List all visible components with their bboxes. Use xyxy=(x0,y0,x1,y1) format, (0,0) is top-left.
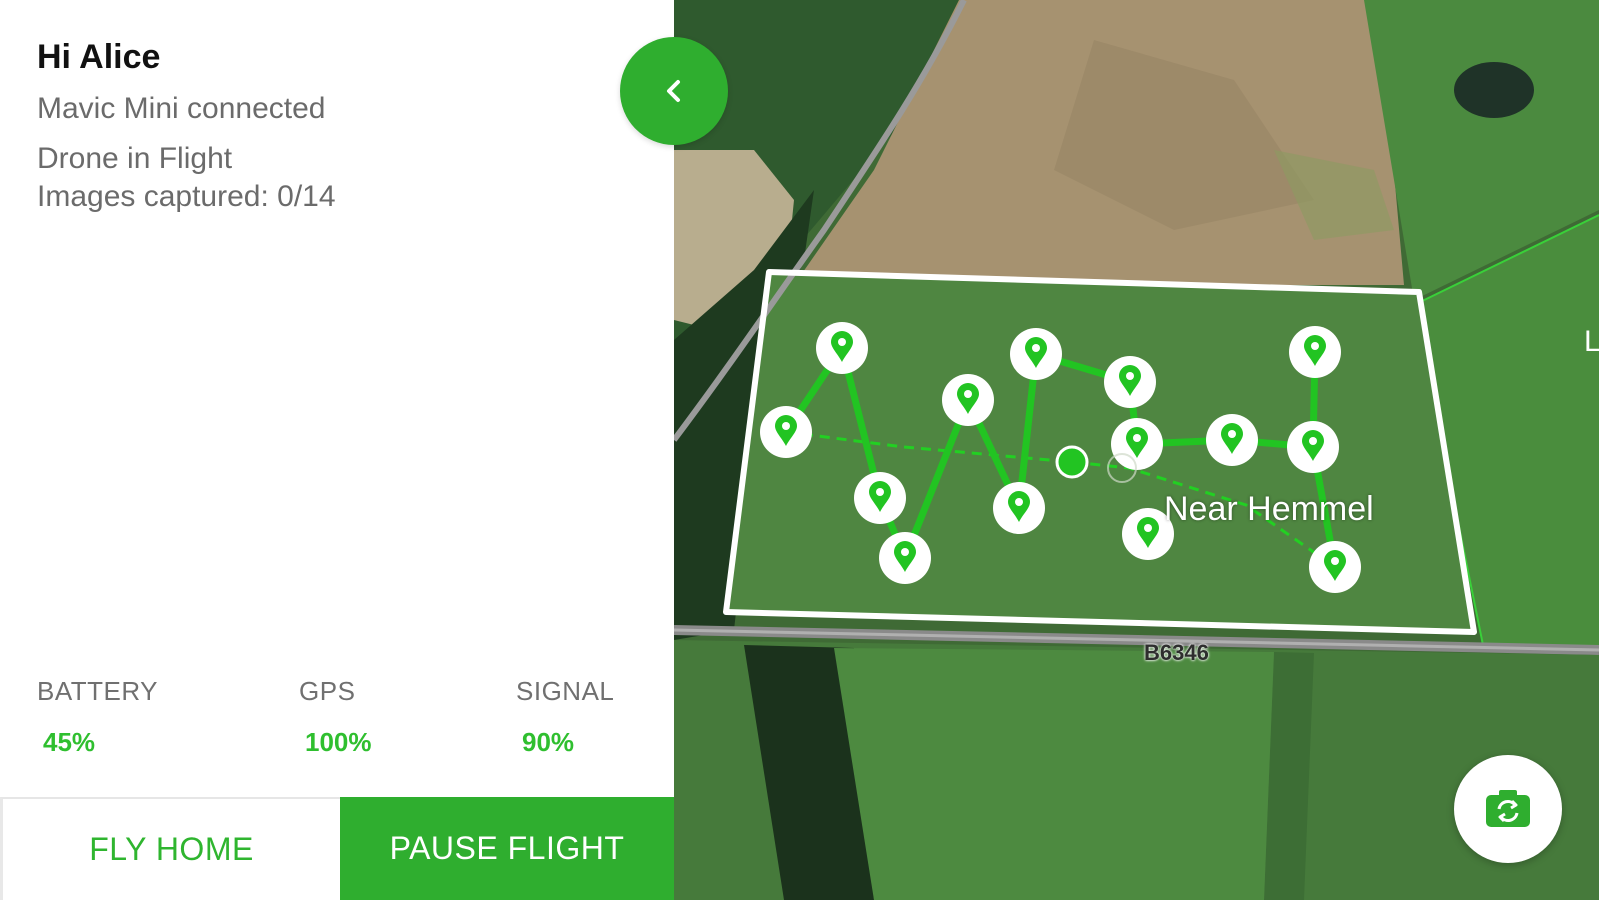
action-buttons: FLY HOME PAUSE FLIGHT xyxy=(0,797,674,900)
battery-label: BATTERY xyxy=(37,676,159,706)
map-pin-icon[interactable] xyxy=(1289,326,1341,378)
map-place-label: Near Hemmel xyxy=(1164,490,1374,528)
connection-status: Mavic Mini connected xyxy=(37,92,326,125)
chevron-left-icon xyxy=(667,80,680,102)
map-pin-icon[interactable] xyxy=(1309,541,1361,593)
map-pin-icon[interactable] xyxy=(942,374,994,426)
road-label: B6346 xyxy=(1144,640,1209,665)
map-edge-label: L xyxy=(1584,325,1599,358)
map-pin-icon[interactable] xyxy=(993,482,1045,534)
drone-position-icon xyxy=(1055,445,1089,479)
collapse-panel-button[interactable] xyxy=(620,37,728,145)
telemetry-stats: BATTERY 45% GPS 100% SIGNAL 90% xyxy=(0,676,674,766)
satellite-map[interactable]: Near Hemmel B6346 L xyxy=(674,0,1599,900)
signal-stat: SIGNAL 90% xyxy=(516,676,614,758)
map-pin-icon[interactable] xyxy=(816,322,868,374)
map-pin-icon[interactable] xyxy=(879,532,931,584)
pause-flight-button[interactable]: PAUSE FLIGHT xyxy=(340,797,674,900)
images-captured-status: Images captured: 0/14 xyxy=(37,180,336,213)
signal-label: SIGNAL xyxy=(516,676,615,706)
map-canvas xyxy=(674,0,1599,900)
gps-label: GPS xyxy=(299,676,356,706)
camera-switch-button[interactable] xyxy=(1454,755,1562,863)
battery-value: 45% xyxy=(43,727,96,757)
map-pin-icon[interactable] xyxy=(760,406,812,458)
fly-home-button[interactable]: FLY HOME xyxy=(0,797,340,900)
battery-stat: BATTERY 45% xyxy=(37,676,158,758)
signal-value: 90% xyxy=(522,727,575,757)
map-pin-icon[interactable] xyxy=(1111,418,1163,470)
greeting-title: Hi Alice xyxy=(37,38,161,76)
map-pin-icon[interactable] xyxy=(1206,414,1258,466)
map-pin-icon[interactable] xyxy=(854,472,906,524)
map-pin-icon[interactable] xyxy=(1104,356,1156,408)
map-pin-icon[interactable] xyxy=(1010,328,1062,380)
map-pin-icon[interactable] xyxy=(1287,421,1339,473)
camera-switch-icon xyxy=(1486,790,1530,827)
flight-status-panel: Hi Alice Mavic Mini connected Drone in F… xyxy=(0,0,674,900)
gps-stat: GPS 100% xyxy=(299,676,372,758)
gps-value: 100% xyxy=(305,727,372,757)
flight-status: Drone in Flight xyxy=(37,142,233,175)
